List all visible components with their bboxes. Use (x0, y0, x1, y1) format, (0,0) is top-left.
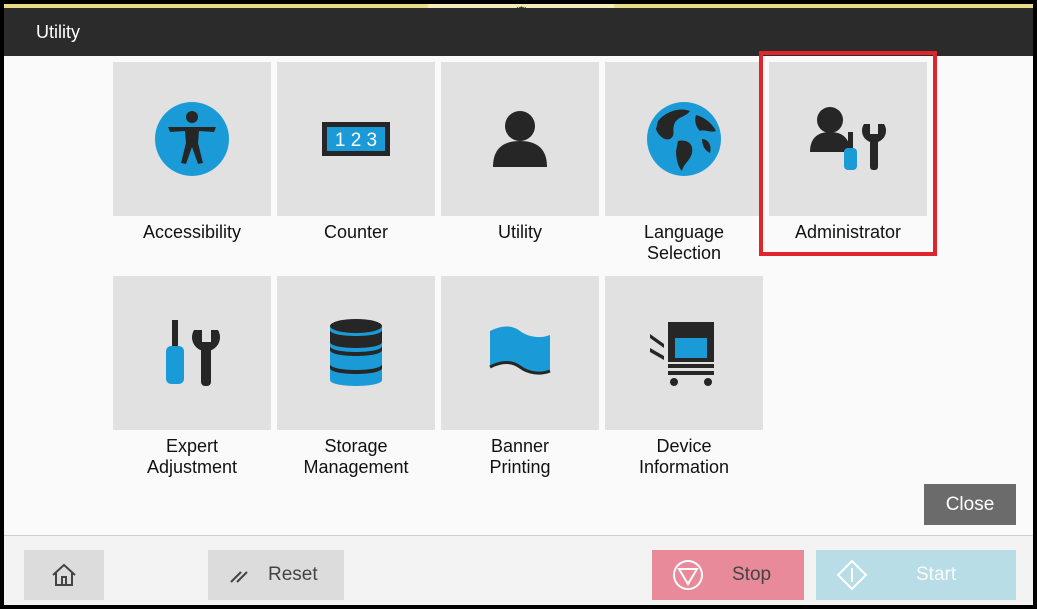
tile-label: Accessibility (142, 222, 242, 242)
user-icon (493, 111, 547, 167)
tile-label: Counter (323, 222, 389, 242)
tile-expert-adjustment-button[interactable] (113, 276, 271, 430)
tile-storage-management[interactable]: Storage Management (277, 276, 435, 478)
banner-icon (489, 326, 551, 375)
administrator-highlight-box (759, 51, 937, 256)
tile-label: Device Information (638, 436, 730, 477)
tile-counter-button[interactable]: 1 2 3 (277, 62, 435, 216)
tile-device-information-button[interactable] (605, 276, 763, 430)
close-button[interactable]: Close (924, 484, 1016, 525)
tile-banner-printing-button[interactable] (441, 276, 599, 430)
tile-label: Storage Management (303, 436, 409, 477)
window-title: Utility (36, 22, 80, 42)
tile-language-button[interactable] (605, 62, 763, 216)
stop-button[interactable]: Stop (652, 550, 804, 600)
home-icon (52, 563, 76, 586)
tile-utility[interactable]: Utility (441, 62, 599, 243)
bottom-bar: Reset Stop Start (4, 535, 1033, 605)
reset-button[interactable]: Reset (208, 550, 344, 600)
stop-icon (673, 560, 703, 590)
tile-language-selection[interactable]: Language Selection (605, 62, 763, 264)
stop-label: Stop (732, 564, 772, 585)
tile-banner-printing[interactable]: Banner Printing (441, 276, 599, 478)
start-button[interactable]: Start (816, 550, 1016, 600)
device-frame: ‹‹•›› Utility Accessibility 1 2 3 Counte… (0, 0, 1037, 609)
counter-text: 1 2 3 (335, 130, 377, 151)
start-icon (836, 559, 868, 591)
tile-storage-management-button[interactable] (277, 276, 435, 430)
globe-icon (647, 102, 721, 176)
screen: ‹‹•›› Utility Accessibility 1 2 3 Counte… (4, 4, 1033, 605)
tile-accessibility-button[interactable] (113, 62, 271, 216)
tile-utility-button[interactable] (441, 62, 599, 216)
tools-icon (166, 320, 220, 386)
database-icon (330, 319, 382, 386)
home-button[interactable] (24, 550, 104, 600)
title-bar: Utility (4, 8, 1033, 56)
tile-device-information[interactable]: Device Information (605, 276, 763, 478)
reset-label: Reset (268, 564, 318, 585)
reset-icon (230, 571, 248, 583)
start-label: Start (916, 564, 957, 585)
tile-expert-adjustment[interactable]: Expert Adjustment (113, 276, 271, 478)
tile-counter[interactable]: 1 2 3 Counter (277, 62, 435, 243)
tile-accessibility[interactable]: Accessibility (113, 62, 271, 243)
counter-icon: 1 2 3 (322, 122, 390, 156)
printer-icon (650, 322, 714, 386)
tile-label: Utility (498, 222, 542, 242)
accessibility-icon (155, 102, 229, 176)
tile-label: Banner Printing (489, 436, 551, 477)
tile-label: Language Selection (643, 222, 725, 263)
tile-label: Expert Adjustment (146, 436, 238, 477)
